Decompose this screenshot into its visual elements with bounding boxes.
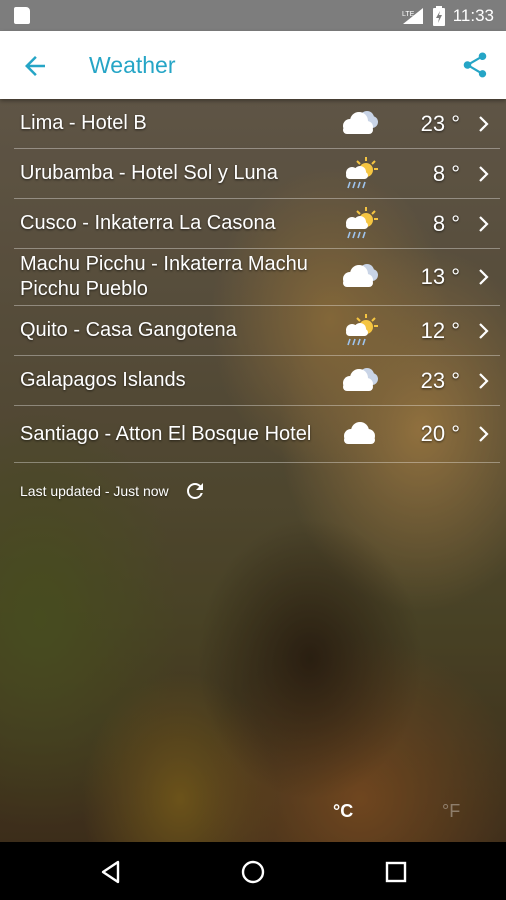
location-row[interactable]: Santiago - Atton El Bosque Hotel 20 °	[14, 406, 500, 463]
sd-card-icon	[14, 7, 30, 24]
recents-nav-icon[interactable]	[383, 859, 409, 885]
partly-cloudy-icon	[343, 264, 378, 287]
home-nav-icon[interactable]	[240, 859, 266, 885]
temperature: 8 °	[432, 210, 460, 236]
chevron-right-icon	[479, 269, 489, 285]
sun-rain-icon	[346, 313, 378, 345]
location-row[interactable]: Cusco - Inkaterra La Casona 8 °	[14, 199, 500, 249]
share-icon[interactable]	[460, 50, 490, 80]
sun-rain-icon	[346, 156, 378, 188]
status-bar: LTE 11:33	[0, 0, 506, 31]
chevron-right-icon	[479, 165, 489, 182]
fahrenheit-toggle[interactable]: °F	[442, 801, 460, 822]
weather-content: Lima - Hotel B 23 ° Urubamba - Hotel Sol…	[0, 99, 506, 842]
location-row[interactable]: Machu Picchu - Inkaterra Machu Picchu Pu…	[14, 249, 500, 306]
cloud-icon	[344, 422, 375, 444]
navigation-bar	[0, 842, 506, 900]
location-name: Machu Picchu - Inkaterra Machu Picchu Pu…	[20, 253, 308, 300]
temperature: 8 °	[432, 160, 460, 186]
partly-cloudy-icon	[343, 110, 378, 134]
temperature: 20 °	[420, 421, 460, 446]
temperature: 23 °	[420, 367, 460, 393]
temperature: 12 °	[420, 317, 460, 343]
svg-text:LTE: LTE	[402, 11, 415, 18]
location-name: Quito - Casa Gangotena	[20, 319, 237, 341]
location-row[interactable]: Quito - Casa Gangotena 12 °	[14, 306, 500, 356]
location-name: Cusco - Inkaterra La Casona	[20, 212, 276, 234]
location-row[interactable]: Lima - Hotel B 23 °	[14, 99, 500, 149]
location-name: Santiago - Atton El Bosque Hotel	[20, 422, 312, 445]
chevron-right-icon	[479, 322, 489, 339]
back-nav-icon[interactable]	[98, 859, 124, 885]
location-row[interactable]: Urubamba - Hotel Sol y Luna 8 °	[14, 149, 500, 199]
location-name: Urubamba - Hotel Sol y Luna	[20, 162, 278, 184]
location-row[interactable]: Galapagos Islands 23 °	[14, 356, 500, 406]
signal-icon: LTE	[402, 7, 423, 24]
chevron-right-icon	[479, 215, 489, 232]
clock: 11:33	[452, 5, 494, 25]
refresh-icon[interactable]	[183, 479, 207, 503]
chevron-right-icon	[479, 426, 489, 442]
location-name: Lima - Hotel B	[20, 112, 147, 134]
app-bar: Weather	[0, 31, 506, 99]
sun-rain-icon	[346, 206, 378, 238]
celsius-toggle[interactable]: °C	[333, 801, 353, 822]
location-name: Galapagos Islands	[20, 369, 186, 391]
partly-cloudy-icon	[343, 367, 378, 391]
temperature: 13 °	[420, 264, 460, 289]
chevron-right-icon	[479, 372, 489, 389]
temperature: 23 °	[420, 110, 460, 136]
page-title: Weather	[89, 52, 176, 78]
battery-icon	[432, 5, 445, 26]
arrow-left-icon[interactable]	[20, 51, 50, 81]
last-updated: Last updated - Just now	[20, 479, 207, 503]
last-updated-text: Last updated - Just now	[20, 483, 169, 499]
location-list: Lima - Hotel B 23 ° Urubamba - Hotel Sol…	[0, 99, 506, 463]
chevron-right-icon	[479, 115, 489, 132]
